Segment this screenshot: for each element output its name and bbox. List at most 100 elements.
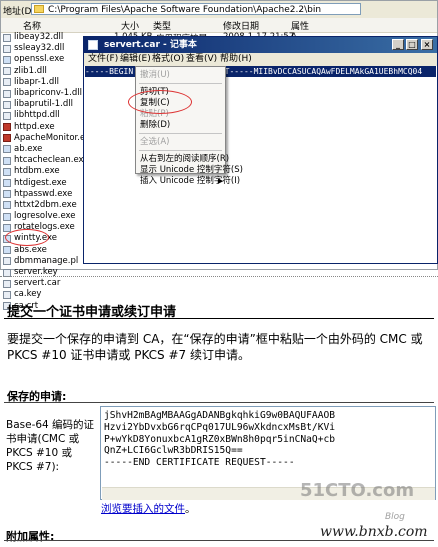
exe-file-icon xyxy=(3,223,11,232)
apache-feather-icon xyxy=(3,123,11,132)
file-row[interactable]: htdbm.exe xyxy=(1,166,76,177)
watermark-blog: Blog xyxy=(385,512,405,522)
minimize-icon[interactable]: _ xyxy=(392,39,404,50)
menu-file[interactable]: 文件(F) xyxy=(88,53,118,66)
file-row[interactable]: libapriconv-1.dll xyxy=(1,88,82,99)
file-icon xyxy=(3,89,11,98)
address-bar: 地址(D) C:\Program Files\Apache Software F… xyxy=(1,1,437,19)
watermark-text: 51CTO.com xyxy=(300,480,415,501)
menu-help[interactable]: 帮助(H) xyxy=(220,53,252,66)
column-type[interactable]: 类型 xyxy=(153,19,171,32)
close-icon[interactable]: × xyxy=(421,39,433,50)
column-name[interactable]: 名称 xyxy=(23,19,41,32)
file-name: httxt2dbm.exe xyxy=(14,199,77,210)
file-row[interactable]: openssl.exe xyxy=(1,54,76,65)
exe-file-icon xyxy=(3,167,11,176)
file-name: htdigest.exe xyxy=(14,177,67,188)
exe-file-icon xyxy=(3,201,11,210)
exe-file-icon xyxy=(3,179,11,188)
context-menu-item[interactable]: 插入 Unicode 控制字符(I) xyxy=(140,176,240,187)
column-attr[interactable]: 属性 xyxy=(291,19,309,32)
file-row[interactable]: logresolve.exe xyxy=(1,211,76,222)
file-row[interactable]: libapr-1.dll xyxy=(1,77,76,88)
highlight-circle-file xyxy=(5,229,49,246)
notepad-menu-bar: 文件(F) 编辑(E) 格式(O) 查看(V) 帮助(H) xyxy=(84,53,437,66)
file-icon xyxy=(3,100,11,109)
context-menu-item[interactable]: 从右到左的阅读顺序(R) xyxy=(140,154,229,165)
watermark-site: www.bnxb.com xyxy=(320,524,428,540)
file-row[interactable]: libaprutil-1.dll xyxy=(1,99,76,110)
file-row[interactable]: httxt2dbm.exe xyxy=(1,199,77,211)
section-rule xyxy=(4,402,434,403)
file-row[interactable]: libhttpd.dll xyxy=(1,110,76,121)
exe-file-icon xyxy=(3,145,11,154)
column-header: 名称 大小 类型 修改日期 属性 xyxy=(1,18,437,33)
notepad-title-bar[interactable]: servert.car - 记事本 _ □ × xyxy=(84,37,437,53)
file-name: abs.exe xyxy=(14,244,47,255)
menu-format[interactable]: 格式(O) xyxy=(152,53,184,66)
folder-icon xyxy=(34,5,44,13)
file-row[interactable]: abs.exe xyxy=(1,245,76,256)
file-name: htcacheclean.exe xyxy=(14,155,89,166)
request-text[interactable]: jShvH2mBAgMBAAGgADANBgkqhkiG9w0BAQUFAAOB… xyxy=(104,410,335,469)
exe-file-icon xyxy=(3,55,11,64)
menu-edit[interactable]: 编辑(E) xyxy=(120,53,151,66)
divider xyxy=(0,276,438,278)
file-icon xyxy=(3,78,11,87)
notepad-title: servert.car - 记事本 xyxy=(104,40,197,50)
request-line: QnZ+LCI6GclwR3bDRIS15Q== xyxy=(104,445,243,457)
file-name: ca.key xyxy=(14,289,42,300)
file-row[interactable]: zlib1.dll xyxy=(1,66,76,77)
file-row[interactable]: htpasswd.exe xyxy=(1,189,76,200)
file-name: ssleay32.dll xyxy=(14,43,65,54)
file-name: ab.exe xyxy=(14,143,43,154)
file-row[interactable]: ssleay32.dll xyxy=(1,43,76,54)
maximize-icon[interactable]: □ xyxy=(406,39,418,50)
intro-text: 要提交一个保存的申请到 CA，在“保存的申请”框中粘贴一个由外码的 CMC 或 … xyxy=(7,332,423,362)
file-name: servert.car xyxy=(14,278,61,289)
file-icon xyxy=(3,67,11,76)
file-name: libapr-1.dll xyxy=(14,76,59,87)
browse-link-line: 浏览要插入的文件。 xyxy=(101,501,196,516)
file-row[interactable]: dbmmanage.pl xyxy=(1,256,78,267)
menu-separator xyxy=(139,83,222,84)
context-menu-item[interactable]: 显示 Unicode 控制字符(S) xyxy=(140,165,243,176)
file-row[interactable]: htcacheclean.exe xyxy=(1,155,89,166)
file-name: openssl.exe xyxy=(14,54,65,65)
exe-file-icon xyxy=(3,190,11,199)
file-name: zlib1.dll xyxy=(14,65,47,76)
menu-view[interactable]: 查看(V) xyxy=(186,53,217,66)
additional-attributes-label: 附加属性: xyxy=(6,530,55,543)
highlight-circle-copy xyxy=(128,90,192,114)
request-line: Hzvi2YbDvxbG6rqCPq017UL96wXkdncxMsBt/KVi xyxy=(104,421,336,433)
exe-file-icon xyxy=(3,246,11,255)
column-size[interactable]: 大小 xyxy=(121,19,139,32)
field-label: Base-64 编码的证书申请(CMC 或PKCS #10 或PKCS #7): xyxy=(6,419,95,473)
context-menu-item: 全选(A) xyxy=(140,137,170,147)
file-name: libaprutil-1.dll xyxy=(14,99,73,110)
watermark: 51CTO.com Blog www.bnxb.com xyxy=(300,472,438,547)
exe-file-icon xyxy=(3,212,11,221)
file-icon xyxy=(3,279,11,288)
menu-separator xyxy=(139,133,222,134)
file-row[interactable]: ApacheMonitor.exe xyxy=(1,133,95,144)
file-name: httpd.exe xyxy=(14,121,55,132)
file-row[interactable]: htdigest.exe xyxy=(1,177,76,188)
file-name: libapriconv-1.dll xyxy=(14,88,82,99)
file-icon xyxy=(3,44,11,53)
address-input[interactable]: C:\Program Files\Apache Software Foundat… xyxy=(31,3,361,15)
browse-file-link[interactable]: 浏览要插入的文件 xyxy=(101,503,185,515)
file-icon xyxy=(3,33,11,42)
column-date[interactable]: 修改日期 xyxy=(223,19,259,32)
file-row[interactable]: httpd.exe xyxy=(1,122,76,133)
request-line: P+wYkD8YonuxbcA1gRZ0xBWn8h0pqr5inCNaQ+cb xyxy=(104,433,336,445)
file-row[interactable]: ab.exe xyxy=(1,144,76,155)
file-row[interactable]: libeay32.dll xyxy=(1,32,76,43)
context-menu-item[interactable]: 删除(D) xyxy=(140,120,170,131)
file-row[interactable]: servert.car xyxy=(1,278,76,289)
file-row[interactable]: ca.key xyxy=(1,289,76,300)
file-icon xyxy=(3,290,11,299)
file-name: libhttpd.dll xyxy=(14,110,60,121)
title-rule xyxy=(4,318,434,319)
request-line: jShvH2mBAgMBAAGgADANBgkqhkiG9w0BAQUFAAOB xyxy=(104,410,336,421)
